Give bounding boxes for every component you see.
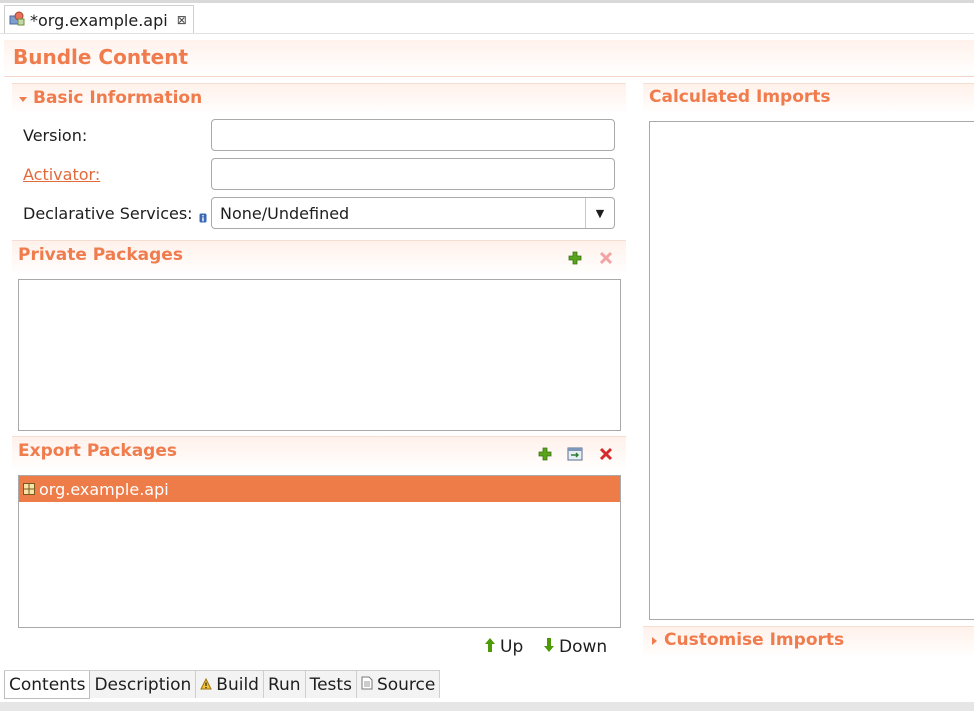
move-down-button[interactable]: Down — [543, 637, 607, 657]
tab-contents[interactable]: Contents — [4, 671, 91, 699]
tab-bar-divider — [0, 33, 974, 34]
editor-tab[interactable]: *org.example.api ⊠ — [4, 5, 194, 34]
export-packages-list[interactable]: org.example.api — [18, 475, 621, 628]
tab-build-label: Build — [216, 674, 259, 695]
declarative-services-value: None/Undefined — [220, 203, 350, 223]
window-top-border — [0, 0, 974, 3]
tab-run-label: Run — [267, 674, 301, 695]
page-title: Bundle Content — [13, 45, 188, 69]
chevron-right-icon — [650, 631, 658, 650]
basic-info-toggle[interactable]: Basic Information — [18, 88, 202, 108]
move-up-button[interactable]: Up — [484, 637, 523, 657]
declarative-services-select[interactable]: None/Undefined ▼ — [211, 197, 615, 229]
plus-icon — [568, 251, 582, 265]
package-icon — [23, 480, 35, 499]
bundle-icon — [9, 10, 25, 30]
info-icon — [199, 208, 207, 227]
declarative-services-label: Declarative Services: — [23, 204, 193, 223]
basic-info-title: Basic Information — [33, 88, 203, 108]
tab-tests[interactable]: Tests — [305, 671, 357, 698]
version-label: Version: — [23, 126, 88, 145]
chevron-down-icon — [18, 89, 28, 108]
customise-imports-toggle[interactable]: Customise Imports — [650, 630, 844, 650]
arrow-down-icon — [543, 637, 555, 657]
private-packages-list[interactable] — [18, 279, 621, 431]
activator-field[interactable] — [211, 158, 615, 190]
remove-icon — [599, 447, 613, 461]
tab-source[interactable]: Source — [356, 671, 441, 698]
status-strip — [0, 702, 974, 711]
tab-source-label: Source — [376, 674, 436, 695]
arrow-up-icon — [484, 637, 496, 657]
add-private-package-button[interactable] — [566, 249, 584, 267]
plus-icon — [538, 447, 552, 461]
version-field[interactable] — [211, 119, 615, 151]
warning-icon — [200, 675, 213, 695]
remove-export-package-button[interactable] — [597, 445, 615, 463]
tab-description[interactable]: Description — [90, 671, 197, 698]
customise-imports-title: Customise Imports — [664, 630, 845, 650]
calculated-imports-title: Calculated Imports — [649, 87, 831, 107]
export-package-name: org.example.api — [39, 479, 169, 499]
close-icon[interactable]: ⊠ — [177, 13, 187, 27]
calculated-imports-list[interactable] — [649, 121, 974, 620]
tab-contents-label: Contents — [9, 674, 86, 695]
move-up-label: Up — [500, 637, 524, 657]
move-down-label: Down — [559, 637, 608, 657]
tab-tests-label: Tests — [309, 674, 352, 695]
tab-description-label: Description — [94, 674, 192, 695]
edit-export-package-button[interactable] — [566, 445, 584, 463]
document-icon — [361, 675, 373, 695]
list-item[interactable]: org.example.api — [19, 476, 620, 502]
private-packages-title: Private Packages — [18, 245, 183, 265]
tab-build[interactable]: Build — [196, 671, 264, 698]
export-packages-title: Export Packages — [18, 441, 178, 461]
editor-tab-title: *org.example.api — [30, 10, 168, 30]
editor-page-tabs: Contents Description Build Run Tests Sou… — [4, 670, 441, 699]
remove-icon — [599, 251, 613, 265]
chevron-down-icon[interactable]: ▼ — [585, 198, 614, 228]
add-export-package-button[interactable] — [536, 445, 554, 463]
activator-link[interactable]: Activator: — [23, 165, 100, 184]
tab-run[interactable]: Run — [263, 671, 306, 698]
remove-private-package-button[interactable] — [597, 249, 615, 267]
properties-icon — [567, 447, 583, 461]
